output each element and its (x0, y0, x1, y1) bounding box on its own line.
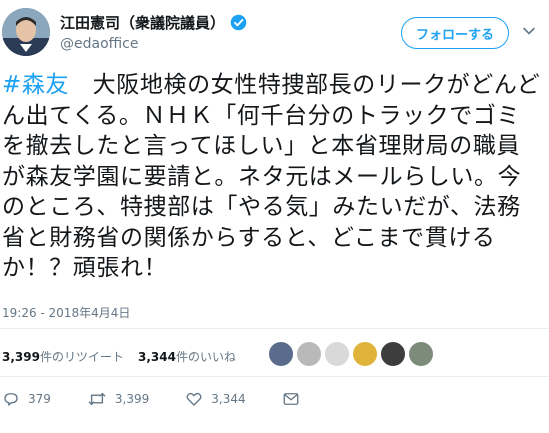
retweet-button[interactable]: 3,399 (87, 390, 149, 408)
liker-avatar[interactable] (296, 341, 322, 367)
chevron-down-icon[interactable] (522, 24, 536, 38)
liker-avatar[interactable] (352, 341, 378, 367)
divider (0, 328, 549, 329)
follow-button[interactable]: フォローする (401, 17, 509, 49)
author-handle[interactable]: @edaoffice (60, 36, 139, 52)
envelope-icon (283, 393, 299, 405)
liker-avatars (268, 341, 436, 367)
verified-badge-icon (230, 14, 247, 31)
likes-stat-label: 件のいいね (175, 350, 236, 364)
author-name[interactable]: 江田憲司（衆議院議員） (60, 12, 225, 33)
likes-stat-count: 3,344 (137, 350, 176, 364)
avatar-image (2, 8, 50, 56)
retweets-stat-count: 3,399 (2, 350, 40, 364)
tweet-actions: 379 3,399 3,344 (2, 390, 344, 408)
heart-icon (186, 392, 202, 406)
liker-avatar[interactable] (408, 341, 434, 367)
retweets-stat-label: 件のリツイート (39, 350, 124, 364)
tweet-timestamp[interactable]: 19:26 - 2018年4月4日 (2, 304, 130, 321)
liker-avatar[interactable] (380, 341, 406, 367)
retweets-stat[interactable]: 3,399件のリツイート (2, 348, 124, 365)
divider (0, 376, 549, 377)
like-count: 3,344 (211, 392, 246, 406)
retweet-count: 3,399 (114, 392, 150, 406)
author-name-row[interactable]: 江田憲司（衆議院議員） (60, 12, 247, 33)
hashtag-link[interactable]: #森友 (2, 72, 69, 98)
retweet-icon (88, 392, 106, 406)
like-button[interactable]: 3,344 (185, 390, 246, 408)
liker-avatar[interactable] (324, 341, 350, 367)
liker-avatar[interactable] (268, 341, 294, 367)
avatar[interactable] (2, 8, 50, 56)
tweet-body: 大阪地検の女性特捜部長のリークがどんどん出てくる。ＮＨＫ「何千台分のトラックでゴ… (2, 72, 541, 281)
reply-icon (4, 393, 18, 406)
engagement-stats: 3,399件のリツイート 3,344件のいいね (2, 348, 250, 365)
reply-count: 379 (28, 392, 51, 406)
reply-button[interactable]: 379 (2, 390, 51, 408)
likes-stat[interactable]: 3,344件のいいね (138, 348, 236, 365)
message-button[interactable] (282, 390, 308, 408)
tweet-text: #森友 大阪地検の女性特捜部長のリークがどんどん出てくる。ＮＨＫ「何千台分のトラ… (2, 70, 542, 284)
